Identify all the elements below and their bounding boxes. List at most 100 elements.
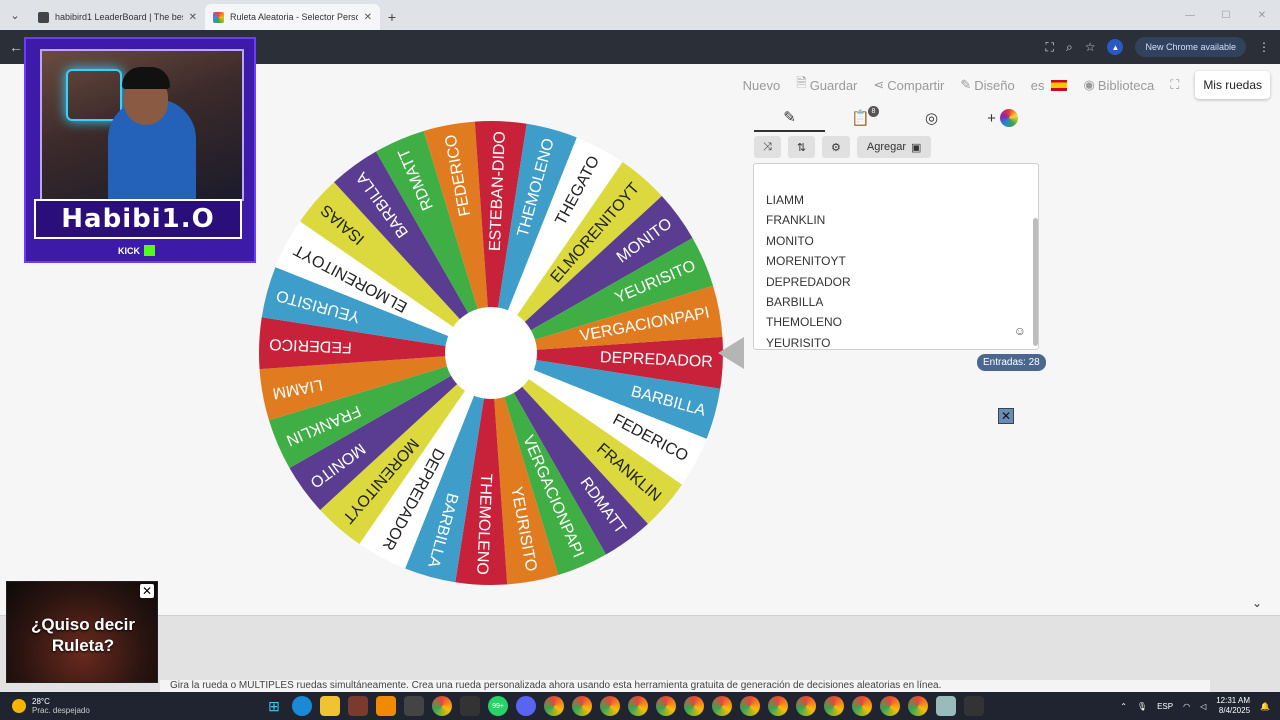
entry-item[interactable]: LIAMM xyxy=(766,190,851,210)
weather-widget[interactable]: 28°C Prac. despejado xyxy=(0,697,250,715)
wheel-pointer xyxy=(718,337,744,369)
nav-biblioteca-label: Biblioteca xyxy=(1097,77,1155,93)
nav-biblioteca[interactable]: ◉ Biblioteca xyxy=(1083,77,1154,93)
eye-slash-icon: ◎ xyxy=(924,110,939,127)
chrome-icon[interactable] xyxy=(880,696,900,716)
profile-avatar[interactable]: ▲ xyxy=(1107,39,1124,55)
entry-item[interactable]: MORENITOYT xyxy=(766,251,851,271)
whatsapp-badge: 99+ xyxy=(492,702,504,710)
entry-item[interactable]: BARBILLA xyxy=(766,292,851,312)
system-tray: ⌃ 🎙 ESP ◠ ◁ 12:31 AM 8/4/2025 🔔 xyxy=(1120,692,1270,720)
edge-icon[interactable] xyxy=(292,696,312,716)
new-tab-button[interactable]: + xyxy=(380,4,404,30)
nav-language[interactable]: es xyxy=(1031,78,1068,93)
chrome-icon[interactable] xyxy=(628,696,648,716)
minimize-icon[interactable]: — xyxy=(1172,0,1208,30)
chrome-icon[interactable] xyxy=(852,696,872,716)
sort-button[interactable]: ⇅ xyxy=(787,136,816,158)
app-icon[interactable] xyxy=(348,696,368,716)
chrome-icon[interactable] xyxy=(544,696,564,716)
site-nav: Nuevo 🗎 Guardar ⋖ Compartir ✎ Diseño es ◉ Bi… xyxy=(743,71,1270,99)
image-icon: ▣ xyxy=(911,141,922,154)
app-icon[interactable] xyxy=(460,696,480,716)
tab-search-icon[interactable]: ⌄ xyxy=(0,0,30,30)
add-image-button[interactable]: Agregar ▣ xyxy=(856,136,932,158)
ruleta-favicon-icon xyxy=(213,11,224,23)
entry-item[interactable]: MONITO xyxy=(766,231,851,251)
chrome-icon[interactable] xyxy=(768,696,788,716)
fullscreen-icon[interactable]: ⛶ xyxy=(1170,77,1179,93)
chrome-icon[interactable] xyxy=(572,696,592,716)
chrome-icon[interactable] xyxy=(432,696,452,716)
tab-edit[interactable]: ✎ xyxy=(754,104,825,132)
translate-icon[interactable]: ⛶ xyxy=(1046,40,1054,55)
chrome-icon[interactable] xyxy=(712,696,732,716)
chrome-icon[interactable] xyxy=(796,696,816,716)
nav-guardar[interactable]: 🗎 Guardar xyxy=(796,74,857,96)
clock[interactable]: 12:31 AM 8/4/2025 xyxy=(1216,696,1250,716)
chrome-icon[interactable] xyxy=(824,696,844,716)
wifi-icon[interactable]: ◠ xyxy=(1183,702,1190,711)
file-explorer-icon[interactable] xyxy=(320,696,340,716)
entry-item[interactable]: YEURISITO xyxy=(766,333,851,349)
microphone-icon[interactable]: 🎙 xyxy=(1137,702,1147,711)
chevron-down-icon[interactable]: ⌄ xyxy=(1252,596,1262,610)
close-window-icon[interactable]: ✕ xyxy=(1244,0,1280,30)
close-ad-icon[interactable]: ✕ xyxy=(998,408,1014,424)
new-chrome-button[interactable]: New Chrome available xyxy=(1135,37,1246,57)
chrome-icon[interactable] xyxy=(740,696,760,716)
sort-icon: ⇅ xyxy=(796,141,807,154)
maximize-icon[interactable]: ☐ xyxy=(1208,0,1244,30)
app-icon[interactable] xyxy=(936,696,956,716)
close-popup-icon[interactable]: ✕ xyxy=(140,584,154,598)
discord-icon[interactable] xyxy=(516,696,536,716)
roulette-popup[interactable]: ¿Quiso decir Ruleta? ✕ xyxy=(6,581,158,683)
chrome-icon[interactable] xyxy=(684,696,704,716)
language-label: es xyxy=(1030,77,1045,93)
spin-wheel[interactable]: DEPREDADOR BARBILLA FEDERICO FRANKLIN RDMATT… xyxy=(258,120,724,586)
chevron-up-icon[interactable]: ⌃ xyxy=(1120,702,1127,711)
nav-diseno[interactable]: ✎ Diseño xyxy=(960,77,1014,93)
close-tab-icon[interactable]: ✕ xyxy=(189,12,197,23)
windows-start-icon[interactable]: ⊞ xyxy=(264,696,284,716)
entry-item[interactable]: FRANKLIN xyxy=(766,210,851,230)
chrome-icon[interactable] xyxy=(600,696,620,716)
settings-button[interactable]: ⚙ xyxy=(822,136,850,158)
zoom-icon[interactable]: ⌕ xyxy=(1066,40,1073,55)
shuffle-button[interactable]: ⤨ xyxy=(754,136,781,158)
nav-compartir[interactable]: ⋖ Compartir xyxy=(873,77,944,93)
input-language[interactable]: ESP xyxy=(1157,702,1173,711)
entries-scrollbar[interactable] xyxy=(1033,218,1038,346)
chrome-menu-icon[interactable]: ⋮ xyxy=(1258,40,1270,54)
vlc-icon[interactable] xyxy=(376,696,396,716)
volume-icon[interactable]: ◁ xyxy=(1200,702,1206,711)
chrome-icon[interactable] xyxy=(908,696,928,716)
popup-line2: Ruleta? xyxy=(51,636,115,655)
app-icon[interactable] xyxy=(404,696,424,716)
close-tab-icon[interactable]: ✕ xyxy=(364,12,372,23)
entries-textarea[interactable]: LIAMM FRANKLIN MONITO MORENITOYT DEPREDADOR B… xyxy=(753,163,1039,350)
kick-label: KICK xyxy=(118,245,140,256)
bookmark-star-icon[interactable]: ☆ xyxy=(1085,40,1096,54)
emoji-icon[interactable]: ☺ xyxy=(1014,324,1026,338)
nav-nuevo[interactable]: Nuevo xyxy=(743,78,781,93)
tab-leaderboard[interactable]: habibird1 LeaderBoard | The best ✕ xyxy=(30,4,205,30)
chrome-icon[interactable] xyxy=(656,696,676,716)
mis-ruedas-button[interactable]: Mis ruedas xyxy=(1195,71,1270,99)
whatsapp-icon[interactable]: 99+ xyxy=(488,696,508,716)
tab-results[interactable]: 📋 8 xyxy=(825,104,896,132)
wheel-svg[interactable]: DEPREDADORBARBILLAFEDERICOFRANKLINRDMATT… xyxy=(258,120,724,586)
results-badge: 8 xyxy=(867,106,879,117)
plus-icon: + xyxy=(987,109,996,127)
color-wheel-icon xyxy=(999,109,1018,127)
tab-ruleta[interactable]: Ruleta Aleatoria - Selector Persona ✕ xyxy=(205,4,380,30)
tab-hidden[interactable]: ◎ xyxy=(896,104,967,132)
wheel-center[interactable] xyxy=(445,307,537,399)
browser-tabstrip: ⌄ habibird1 LeaderBoard | The best ✕ Rul… xyxy=(0,0,1280,30)
notification-bell-icon[interactable]: 🔔 xyxy=(1260,702,1270,711)
tab-add-wheel[interactable]: + xyxy=(967,104,1038,132)
share-icon: ⋖ xyxy=(873,77,885,92)
entry-item[interactable]: DEPREDADOR xyxy=(766,272,851,292)
entry-item[interactable]: THEMOLENO xyxy=(766,312,851,332)
app-icon[interactable] xyxy=(964,696,984,716)
